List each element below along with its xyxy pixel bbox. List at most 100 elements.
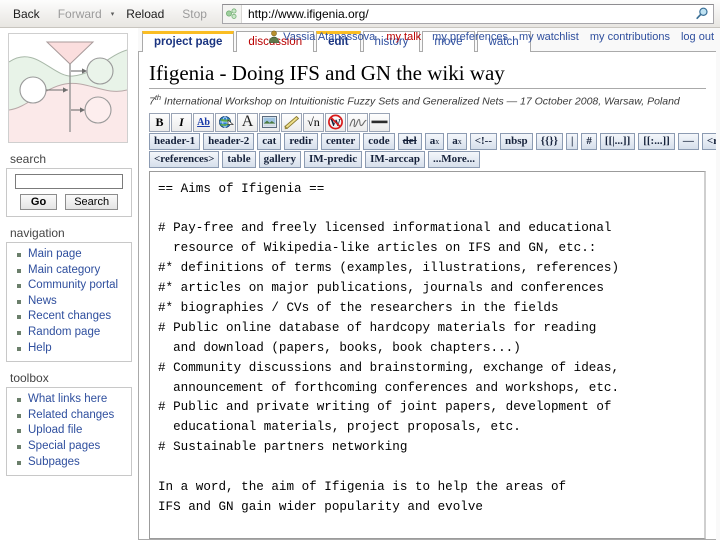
im-predic-button[interactable]: IM-predic [304,150,363,168]
navigation-portlet: navigation Main page Main category Commu… [6,226,132,363]
tab-project-page[interactable]: project page [142,31,235,52]
go-button[interactable]: Go [19,194,58,210]
search-portlet: search Go Search [6,152,132,217]
template-button[interactable]: {{}} [535,132,563,150]
sidebar-item-what-links-here[interactable]: What links here [17,392,131,408]
im-arccap-button[interactable]: IM-arccap [365,150,425,168]
headline-icon[interactable]: A [237,112,258,132]
search-button[interactable]: Search [65,194,119,210]
user-page-link[interactable]: Vassia Atanassova [268,30,375,43]
search-input[interactable] [15,174,123,189]
reload-button[interactable]: Reload [117,5,173,23]
toolbox-heading: toolbox [10,371,49,386]
bold-icon[interactable]: B [149,112,170,132]
header-2-button[interactable]: header-2 [203,132,255,150]
username-label[interactable]: Vassia Atanassova [283,31,375,43]
sidebar-item-help[interactable]: Help [17,341,131,357]
my-watchlist-link[interactable]: my watchlist [519,31,579,43]
sidebar-item-related-changes[interactable]: Related changes [17,408,131,424]
nav-link[interactable]: Main page [28,248,82,260]
user-avatar-icon [268,30,280,43]
back-button[interactable]: Back [4,5,49,23]
pipe-button[interactable]: | [565,132,579,150]
my-preferences-link[interactable]: my preferences [432,31,508,43]
sidebar-item-recent-changes[interactable]: Recent changes [17,309,131,325]
embedded-image-icon[interactable] [259,112,280,132]
personal-links-bar: Vassia Atanassova my talk my preferences… [268,30,714,43]
toolbox-list: What links here Related changes Upload f… [7,392,131,470]
toolbox-portlet: toolbox What links here Related changes … [6,371,132,477]
references-button[interactable]: <references> [149,150,220,168]
my-talk-link[interactable]: my talk [386,31,421,43]
subscript-index: x [435,136,440,146]
page-title: Ifigenia - Doing IFS and GN the wiki way [149,61,706,89]
horizontal-line-icon[interactable] [369,112,390,132]
superscript-button[interactable]: ax [447,132,467,150]
nowiki-icon[interactable]: W [325,112,346,132]
sidebar-item-main-page[interactable]: Main page [17,247,131,263]
content-body: Ifigenia - Doing IFS and GN the wiki way… [138,51,716,540]
nav-link[interactable]: Random page [28,326,100,338]
piped-link-button[interactable]: [[|...]] [599,132,636,150]
table-button[interactable]: table [222,150,256,168]
toolbox-link[interactable]: Subpages [28,456,80,468]
search-heading: search [10,152,47,166]
nav-link[interactable]: Help [28,342,52,354]
sidebar-item-community-portal[interactable]: Community portal [17,278,131,294]
mdash-button[interactable]: — [677,132,699,150]
edit-toolbar: B I Ab A √n header-1 header-2 cat redir … [149,112,716,168]
log-out-link[interactable]: log out [681,31,714,43]
media-file-icon[interactable] [281,112,302,132]
sidebar-item-random-page[interactable]: Random page [17,325,131,341]
cat-button[interactable]: cat [257,132,282,150]
sidebar-item-main-category[interactable]: Main category [17,263,131,279]
url-text[interactable]: http://www.ifigenia.org/ [242,7,691,21]
nav-link[interactable]: Community portal [28,279,118,291]
superscript-index: x [457,136,462,146]
redir-button[interactable]: redir [284,132,318,150]
del-button[interactable]: del [397,132,422,150]
subtitle-text: International Workshop on Intuitionistic… [161,95,680,108]
del-button-label: del [402,135,417,147]
signature-icon[interactable] [347,112,368,132]
magnifier-icon[interactable] [691,5,713,23]
center-button[interactable]: center [320,132,361,150]
gallery-button[interactable]: gallery [258,150,302,168]
nav-link[interactable]: Main category [28,264,100,276]
my-contributions-link[interactable]: my contributions [590,31,670,43]
hash-button[interactable]: # [581,132,597,150]
comment-button[interactable]: <!-- [469,132,497,150]
colon-link-button[interactable]: [[:...]] [638,132,675,150]
italic-icon[interactable]: I [171,112,192,132]
header-1-button[interactable]: header-1 [149,132,201,150]
stop-button[interactable]: Stop [173,5,216,23]
toolbox-link[interactable]: Related changes [28,409,114,421]
navigation-list: Main page Main category Community portal… [7,247,131,356]
sidebar-item-news[interactable]: News [17,294,131,310]
more-button[interactable]: ...More... [428,150,480,168]
nav-link[interactable]: News [28,295,57,307]
subscript-button[interactable]: ax [424,132,445,150]
wiki-page: Vassia Atanassova my talk my preferences… [0,28,720,540]
site-logo[interactable] [8,33,128,143]
content-column: project page discussion edit history mov… [138,28,720,540]
internal-link-icon[interactable]: Ab [193,112,214,132]
page-subtitle: 7th International Workshop on Intuitioni… [149,93,706,108]
sidebar-item-upload-file[interactable]: Upload file [17,423,131,439]
nav-link[interactable]: Recent changes [28,310,111,322]
sidebar-item-special-pages[interactable]: Special pages [17,439,131,455]
nbsp-button[interactable]: nbsp [499,132,533,150]
toolbox-link[interactable]: Upload file [28,424,82,436]
url-bar[interactable]: http://www.ifigenia.org/ [221,3,714,24]
forward-button[interactable]: Forward [49,5,111,23]
math-formula-icon[interactable]: √n [303,112,324,132]
toolbox-link[interactable]: What links here [28,393,107,405]
sidebar-item-subpages[interactable]: Subpages [17,455,131,471]
toolbox-link[interactable]: Special pages [28,440,100,452]
toolbar-row-tags: header-1 header-2 cat redir center code … [149,132,716,150]
toolbar-row-icons: B I Ab A √n [149,112,706,132]
external-link-icon[interactable] [215,112,236,132]
ref-button[interactable]: <ref> [701,132,716,150]
code-button[interactable]: code [363,132,395,150]
wikitext-editor[interactable] [149,170,706,539]
